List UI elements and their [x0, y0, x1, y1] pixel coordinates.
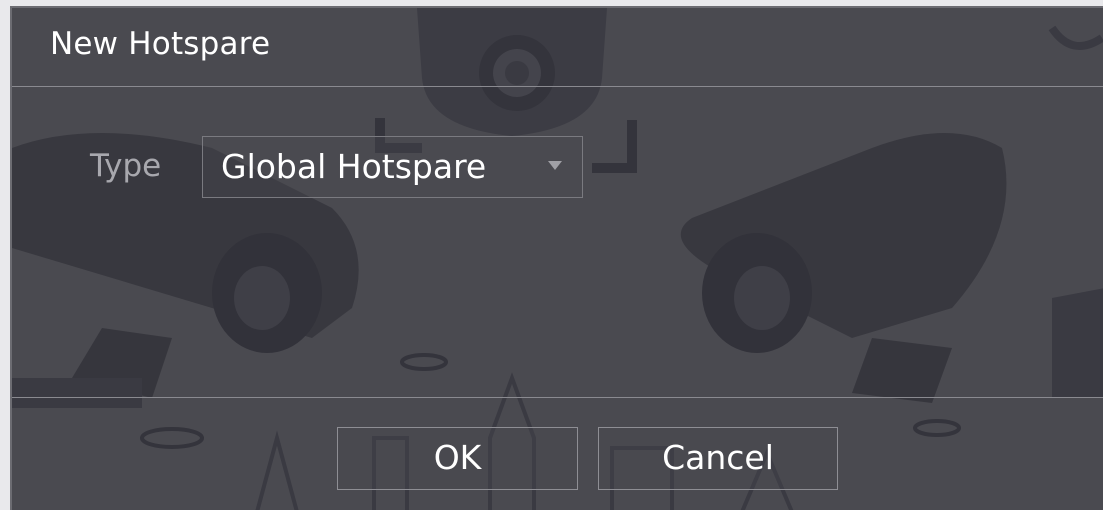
type-label: Type: [90, 148, 162, 184]
cancel-button[interactable]: Cancel: [598, 427, 838, 490]
type-dropdown[interactable]: Global Hotspare: [202, 136, 583, 198]
dialog-title: New Hotspare: [50, 26, 271, 62]
chevron-down-icon: [548, 161, 562, 170]
type-selected-value: Global Hotspare: [221, 147, 487, 186]
footer-divider: [12, 397, 1103, 398]
new-hotspare-dialog: New Hotspare Type Global Hotspare OK Can…: [10, 6, 1103, 510]
ok-button[interactable]: OK: [337, 427, 578, 490]
dialog-title-bar: New Hotspare: [12, 8, 1103, 87]
